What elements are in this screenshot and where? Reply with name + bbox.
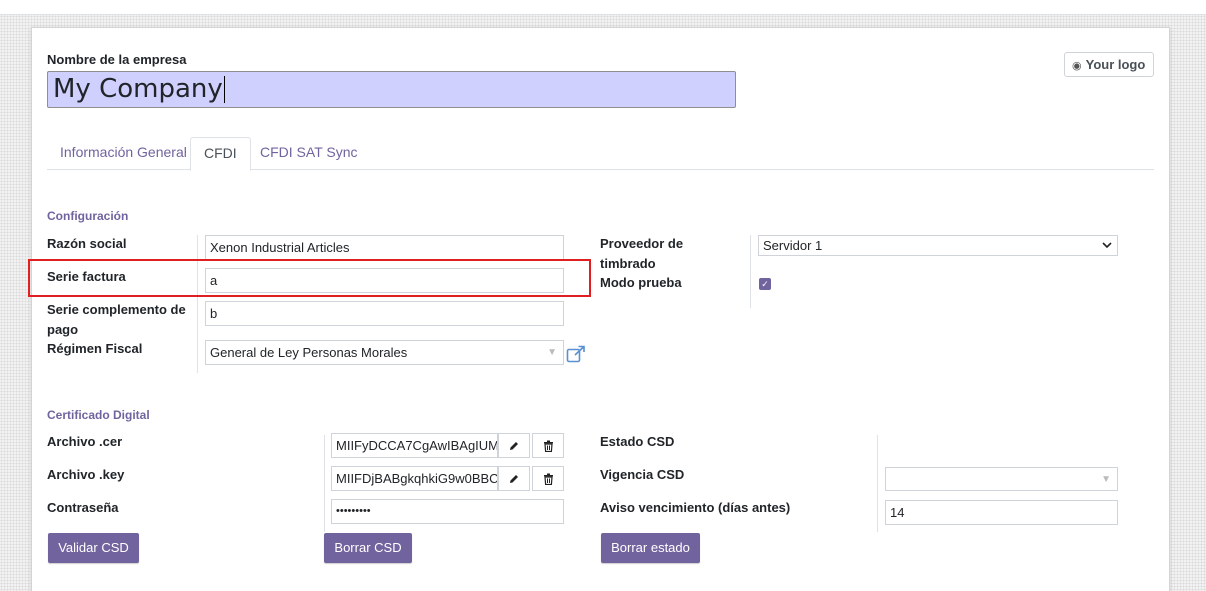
company-name-input[interactable]: My Company bbox=[47, 71, 736, 108]
contrasena-label: Contraseña bbox=[47, 500, 119, 515]
serie-complemento-label: Serie complemento de pago bbox=[47, 302, 186, 337]
razon-social-label: Razón social bbox=[47, 236, 127, 251]
your-logo-label: Your logo bbox=[1085, 57, 1146, 72]
pencil-icon bbox=[510, 441, 518, 450]
top-bar bbox=[0, 0, 1206, 15]
check-icon: ✓ bbox=[761, 279, 769, 289]
proveedor-timbrado-select[interactable]: Servidor 1 bbox=[758, 235, 1118, 256]
chevron-down-icon bbox=[1102, 242, 1112, 249]
section-certificado-title: Certificado Digital bbox=[47, 408, 150, 422]
archivo-key-input[interactable]: MIIFDjBABgkqhkiG9w0BBC bbox=[331, 466, 498, 491]
caret-down-icon: ▼ bbox=[547, 347, 557, 358]
divider-right bbox=[750, 235, 751, 308]
notebook-tabs: Información General CFDI CFDI SAT Sync bbox=[47, 137, 1154, 171]
divider-left bbox=[197, 235, 198, 373]
borrar-csd-button[interactable]: Borrar CSD bbox=[324, 533, 412, 563]
aviso-vencimiento-label: Aviso vencimiento (días antes) bbox=[600, 500, 791, 515]
razon-social-input[interactable]: Xenon Industrial Articles bbox=[205, 235, 564, 260]
company-name-value: My Company bbox=[53, 74, 223, 104]
vigencia-csd-label: Vigencia CSD bbox=[600, 467, 685, 482]
estado-csd-label: Estado CSD bbox=[600, 434, 675, 449]
modo-prueba-label: Modo prueba bbox=[600, 275, 682, 290]
tab-cfdi[interactable]: CFDI bbox=[190, 137, 251, 171]
validar-csd-button[interactable]: Validar CSD bbox=[48, 533, 139, 563]
camera-icon: ◉ bbox=[1072, 60, 1082, 72]
caret-down-icon: ▼ bbox=[1101, 474, 1111, 485]
form-sheet: Nombre de la empresa My Company ◉ Your lo… bbox=[31, 27, 1170, 591]
your-logo-button[interactable]: ◉ Your logo bbox=[1064, 52, 1154, 77]
proveedor-timbrado-label: Proveedor de timbrado bbox=[600, 236, 684, 271]
delete-cer-button[interactable] bbox=[532, 433, 564, 458]
trash-icon bbox=[543, 440, 553, 452]
borrar-estado-button[interactable]: Borrar estado bbox=[601, 533, 700, 563]
regimen-fiscal-select[interactable]: General de Ley Personas Morales ▼ bbox=[205, 340, 564, 365]
text-caret bbox=[223, 76, 225, 103]
contrasena-input[interactable]: ••••••••• bbox=[331, 499, 564, 524]
vigencia-csd-select[interactable]: ▼ bbox=[885, 467, 1118, 491]
pencil-icon bbox=[510, 474, 518, 483]
divider-cert-right bbox=[877, 435, 878, 532]
delete-key-button[interactable] bbox=[532, 466, 564, 491]
company-name-label: Nombre de la empresa bbox=[47, 52, 187, 67]
section-configuracion-title: Configuración bbox=[47, 209, 129, 223]
edit-cer-button[interactable] bbox=[498, 433, 530, 458]
tab-informacion-general[interactable]: Información General bbox=[47, 137, 200, 170]
serie-complemento-input[interactable]: b bbox=[205, 301, 564, 326]
aviso-vencimiento-input[interactable]: 14 bbox=[885, 500, 1118, 525]
archivo-cer-label: Archivo .cer bbox=[47, 434, 123, 449]
tab-cfdi-sat-sync[interactable]: CFDI SAT Sync bbox=[247, 137, 371, 170]
archivo-cer-input[interactable]: MIIFyDCCA7CgAwIBAgIUM bbox=[331, 433, 498, 458]
divider-cert-left bbox=[324, 435, 325, 532]
estado-csd-value bbox=[885, 433, 1118, 457]
trash-icon bbox=[543, 473, 553, 485]
archivo-key-label: Archivo .key bbox=[47, 467, 125, 482]
proveedor-timbrado-value: Servidor 1 bbox=[763, 238, 823, 253]
regimen-fiscal-value: General de Ley Personas Morales bbox=[210, 345, 408, 360]
modo-prueba-checkbox[interactable]: ✓ bbox=[759, 278, 771, 290]
regimen-fiscal-label: Régimen Fiscal bbox=[47, 341, 143, 356]
edit-key-button[interactable] bbox=[498, 466, 530, 491]
serie-factura-highlight bbox=[28, 259, 591, 297]
external-link-icon[interactable] bbox=[566, 345, 586, 363]
